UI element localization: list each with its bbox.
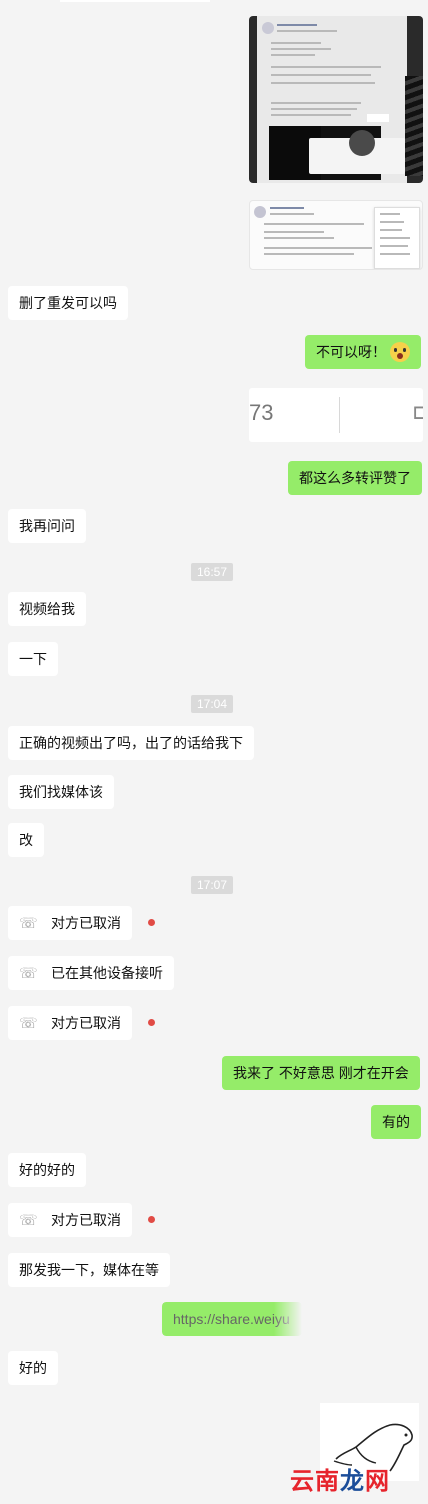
timestamp: 17:04 <box>191 695 234 713</box>
call-status: 对方已取消 <box>51 1015 121 1031</box>
voice-call-message[interactable]: ☏ 对方已取消 <box>8 1006 132 1040</box>
message-outgoing[interactable]: 不可以呀！ <box>305 335 421 369</box>
call-status: 对方已取消 <box>51 915 121 931</box>
message-incoming[interactable]: 好的 <box>8 1351 58 1385</box>
message-incoming[interactable]: 删了重发可以吗 <box>8 286 128 320</box>
message-incoming[interactable]: 好的好的 <box>8 1153 86 1187</box>
message-outgoing[interactable]: 我来了 不好意思 刚才在开会 <box>222 1056 420 1090</box>
voice-call-message[interactable]: ☏ 对方已取消 <box>8 906 132 940</box>
timestamp: 17:07 <box>191 876 234 894</box>
link-card-glyph: ⊏ <box>412 399 423 424</box>
link-card-divider <box>339 397 340 433</box>
phone-icon: ☏ <box>19 1015 38 1032</box>
link-preview-card[interactable]: 73 ⊏ <box>249 388 423 442</box>
link-message[interactable]: https://share.weiyu <box>162 1302 302 1336</box>
message-text: 不可以呀！ <box>316 344 386 360</box>
message-incoming[interactable]: 改 <box>8 823 44 857</box>
voice-call-message[interactable]: ☏ 已在其他设备接听 <box>8 956 174 990</box>
message-incoming[interactable]: 我们找媒体该 <box>8 775 114 809</box>
message-incoming[interactable]: 视频给我 <box>8 592 86 626</box>
message-incoming[interactable]: 那发我一下，媒体在等 <box>8 1253 170 1287</box>
call-status: 对方已取消 <box>51 1212 121 1228</box>
call-status: 已在其他设备接听 <box>51 965 163 981</box>
message-outgoing[interactable]: 都这么多转评赞了 <box>288 461 422 495</box>
phone-icon: ☏ <box>19 965 38 982</box>
phone-icon: ☏ <box>19 1212 38 1229</box>
screenshot-image-2[interactable] <box>249 200 423 270</box>
phone-icon: ☏ <box>19 915 38 932</box>
scream-emoji-icon <box>390 342 410 363</box>
message-outgoing[interactable]: 有的 <box>371 1105 421 1139</box>
timestamp: 16:57 <box>191 563 234 581</box>
missed-dot <box>148 1019 155 1026</box>
voice-call-message[interactable]: ☏ 对方已取消 <box>8 1203 132 1237</box>
message-incoming[interactable]: 一下 <box>8 642 58 676</box>
watermark-logo: 云南龙网 <box>290 1467 390 1495</box>
missed-dot <box>148 1216 155 1223</box>
partial-bubble-top <box>60 0 210 2</box>
screenshot-image-1[interactable] <box>249 16 423 183</box>
message-incoming[interactable]: 正确的视频出了吗，出了的话给我下 <box>8 726 254 760</box>
missed-dot <box>148 919 155 926</box>
message-incoming[interactable]: 我再问问 <box>8 509 86 543</box>
link-card-text: 73 <box>249 400 274 425</box>
